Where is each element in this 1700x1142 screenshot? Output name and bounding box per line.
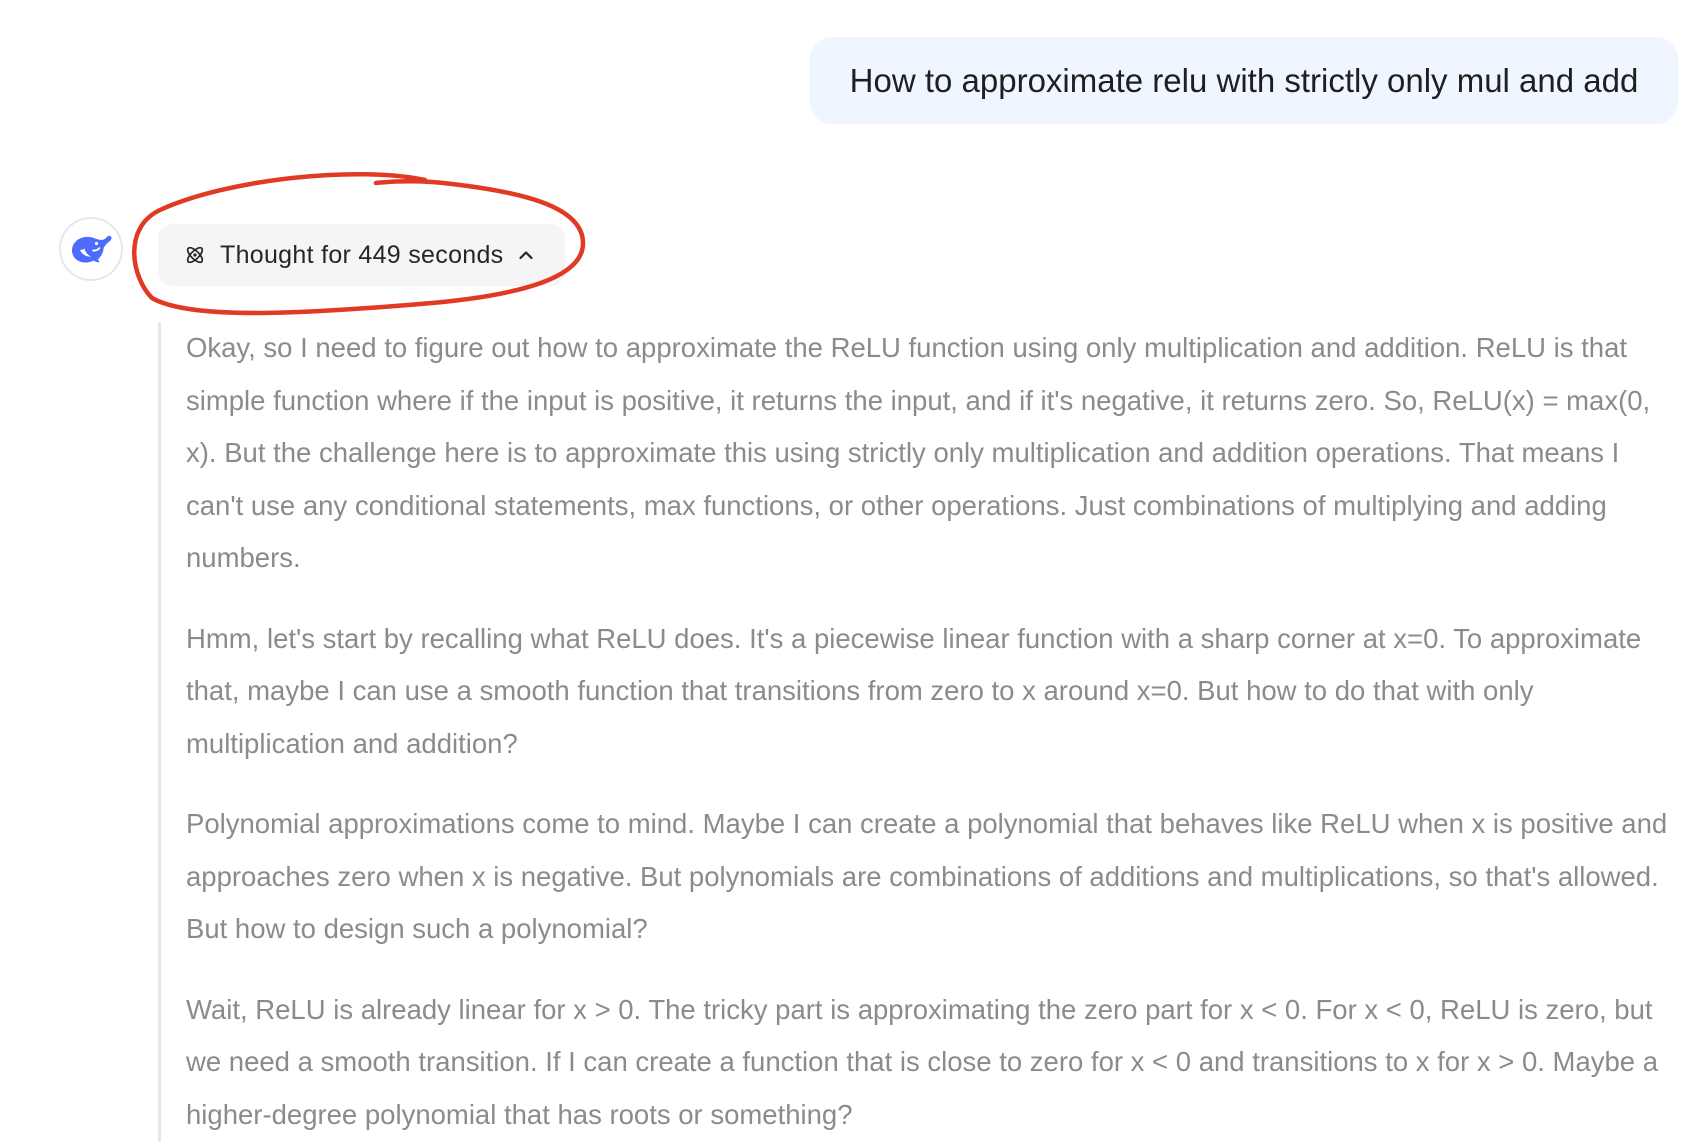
atom-icon bbox=[184, 244, 206, 266]
user-message-bubble: How to approximate relu with strictly on… bbox=[810, 37, 1678, 124]
thought-content: Okay, so I need to figure out how to app… bbox=[158, 322, 1678, 1142]
chat-thread: How to approximate relu with strictly on… bbox=[0, 0, 1700, 1142]
chevron-up-icon bbox=[517, 246, 535, 264]
thought-paragraph: Hmm, let's start by recalling what ReLU … bbox=[186, 622, 1642, 759]
assistant-avatar bbox=[59, 217, 123, 281]
thought-paragraph: Polynomial approximations come to mind. … bbox=[186, 808, 1668, 944]
deepseek-whale-icon bbox=[70, 230, 112, 269]
thought-paragraph: Okay, so I need to figure out how to app… bbox=[186, 332, 1651, 573]
thought-paragraph: Wait, ReLU is already linear for x > 0. … bbox=[186, 993, 1659, 1130]
thought-toggle-button[interactable]: Thought for 449 seconds bbox=[158, 224, 566, 286]
user-message-text: How to approximate relu with strictly on… bbox=[849, 62, 1639, 99]
thought-toggle-label: Thought for 449 seconds bbox=[220, 240, 504, 269]
